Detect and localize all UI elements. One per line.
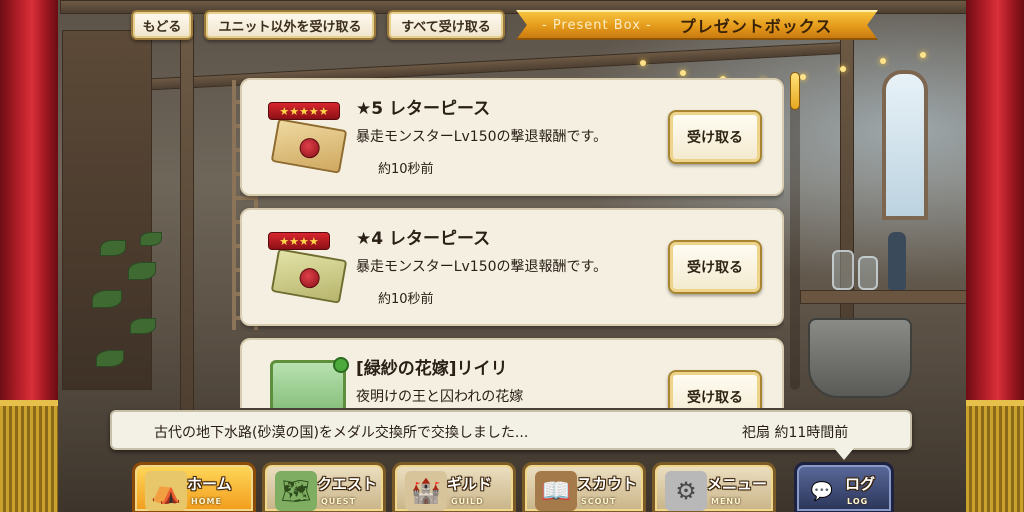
nav-log-button[interactable]: 💬 ログ LOG bbox=[794, 462, 894, 512]
scrollbar-track bbox=[790, 72, 800, 390]
quest-map-icon: 🗺 bbox=[275, 471, 317, 511]
nav-sublabel: HOME bbox=[191, 497, 222, 506]
nav-sublabel: LOG bbox=[847, 497, 869, 506]
shelf bbox=[800, 290, 970, 304]
wood-door bbox=[62, 30, 152, 390]
present-description: 夜明けの王と囚われの花嫁 bbox=[356, 389, 524, 405]
glass-jar bbox=[858, 256, 878, 290]
receive-button[interactable]: 受け取る bbox=[668, 110, 762, 164]
letter-envelope bbox=[270, 118, 348, 174]
leaf bbox=[130, 318, 156, 334]
nav-home-button[interactable]: ⛺ ホーム HOME bbox=[132, 462, 256, 512]
nav-sublabel: GUILD bbox=[451, 497, 484, 506]
receive-except-units-button[interactable]: ユニット以外を受け取る bbox=[204, 10, 376, 40]
leaf bbox=[96, 350, 124, 367]
nav-label: ログ bbox=[845, 475, 876, 493]
leaf bbox=[140, 232, 162, 246]
nav-label: ホーム bbox=[187, 475, 232, 493]
leaf bbox=[92, 290, 122, 308]
rarity-stars: ★★★★ bbox=[268, 232, 330, 250]
curtain-fringe-right bbox=[966, 400, 1024, 512]
leaf bbox=[128, 262, 156, 280]
present-time: 約10秒前 bbox=[378, 162, 434, 177]
present-description: 暴走モンスターLv150の撃退報酬です。 bbox=[356, 259, 608, 275]
home-tent-icon: ⛺ bbox=[145, 471, 187, 511]
cooking-pot bbox=[808, 318, 912, 398]
leaf bbox=[100, 240, 126, 256]
present-title: [緑紗の花嫁]リイリ bbox=[356, 359, 508, 379]
letter-envelope bbox=[270, 248, 348, 304]
receive-button[interactable]: 受け取る bbox=[668, 370, 762, 408]
receive-button[interactable]: 受け取る bbox=[668, 240, 762, 294]
log-message: 古代の地下水路(砂漠の国)をメダル交換所で交換しました... bbox=[154, 425, 529, 441]
present-title: ★5 レターピース bbox=[356, 99, 491, 119]
nav-menu-button[interactable]: ⚙ メニュー MENU bbox=[652, 462, 776, 512]
guild-castle-icon: 🏰 bbox=[405, 471, 447, 511]
glass-jar bbox=[832, 250, 854, 290]
present-item: ★★★★★ ★5 レターピース 暴走モンスターLv150の撃退報酬です。 約10… bbox=[240, 78, 784, 196]
receive-all-button[interactable]: すべて受け取る bbox=[387, 10, 505, 40]
back-button[interactable]: もどる bbox=[131, 10, 193, 40]
nav-quest-button[interactable]: 🗺 クエスト QUEST bbox=[262, 462, 386, 512]
element-gem-icon bbox=[333, 357, 349, 373]
present-item: [緑紗の花嫁]リイリ 夜明けの王と囚われの花嫁 受け取る bbox=[240, 338, 784, 408]
activity-log-bar[interactable]: 古代の地下水路(砂漠の国)をメダル交換所で交換しました... 祀扇 約11時間前 bbox=[110, 410, 912, 460]
nav-guild-button[interactable]: 🏰 ギルド GUILD bbox=[392, 462, 516, 512]
nav-scout-button[interactable]: 📖 スカウト SCOUT bbox=[522, 462, 646, 512]
log-user-time: 祀扇 約11時間前 bbox=[742, 425, 849, 441]
scrollbar-thumb[interactable] bbox=[790, 72, 800, 110]
log-chat-icon: 💬 bbox=[810, 480, 834, 502]
nav-label: メニュー bbox=[707, 475, 768, 493]
curtain-fringe-left bbox=[0, 400, 58, 512]
wood-post bbox=[180, 20, 194, 420]
present-time: 約10秒前 bbox=[378, 292, 434, 307]
unit-card-icon bbox=[270, 357, 349, 408]
menu-gear-icon: ⚙ bbox=[665, 471, 707, 511]
letter-red-icon: ★★★★★ bbox=[268, 102, 350, 174]
bottle bbox=[888, 232, 906, 290]
rarity-stars: ★★★★★ bbox=[268, 102, 340, 120]
nav-sublabel: MENU bbox=[711, 497, 742, 506]
scout-book-icon: 📖 bbox=[535, 471, 577, 511]
present-list: ★★★★★ ★5 レターピース 暴走モンスターLv150の撃退報酬です。 約10… bbox=[240, 78, 784, 408]
letter-green-icon: ★★★★ bbox=[268, 232, 350, 304]
present-item: ★★★★ ★4 レターピース 暴走モンスターLv150の撃退報酬です。 約10秒… bbox=[240, 208, 784, 326]
present-description: 暴走モンスターLv150の撃退報酬です。 bbox=[356, 129, 608, 145]
present-title: ★4 レターピース bbox=[356, 229, 491, 249]
nav-label: クエスト bbox=[317, 475, 378, 493]
nav-label: スカウト bbox=[577, 475, 638, 493]
header-title-en: - Present Box - bbox=[542, 17, 652, 33]
nav-sublabel: SCOUT bbox=[581, 497, 617, 506]
nav-label: ギルド bbox=[447, 475, 493, 493]
present-box-header: - Present Box - プレゼントボックス bbox=[516, 10, 878, 40]
header-title-jp: プレゼントボックス bbox=[679, 17, 833, 36]
nav-sublabel: QUEST bbox=[321, 497, 356, 506]
